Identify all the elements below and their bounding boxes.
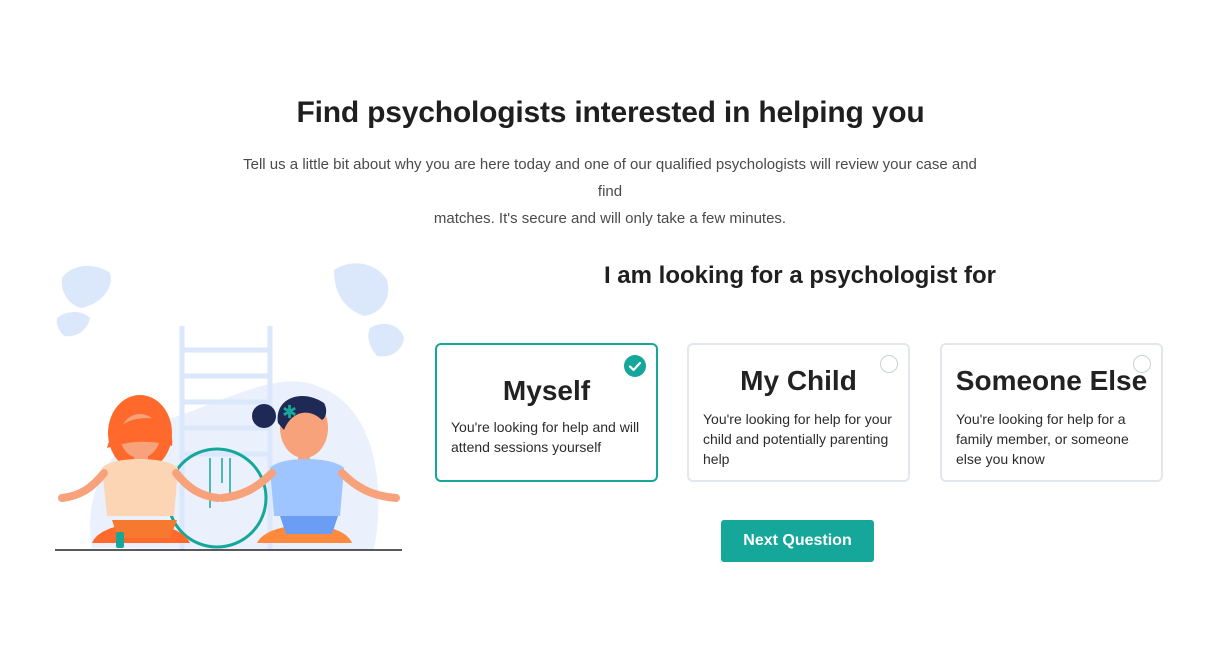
option-someone-else[interactable]: Someone Else You're looking for help for… [940, 343, 1163, 482]
subtitle-line-1: Tell us a little bit about why you are h… [243, 156, 977, 200]
option-title: My Child [740, 365, 857, 396]
option-title: Someone Else [955, 365, 1148, 396]
option-description: You're looking for help for a family mem… [956, 411, 1129, 467]
check-icon [624, 355, 646, 377]
subtitle-line-2: matches. It's secure and will only take … [433, 210, 787, 227]
option-myself[interactable]: Myself You're looking for help and will … [435, 343, 658, 482]
meditation-illustration: ✱ [55, 263, 404, 551]
page-title: Find psychologists interested in helping… [296, 96, 925, 129]
svg-text:✱: ✱ [282, 402, 297, 423]
page-subtitle: Tell us a little bit about why you are h… [230, 151, 990, 232]
option-description: You're looking for help and will attend … [451, 419, 640, 455]
next-question-button[interactable]: Next Question [721, 520, 874, 562]
option-title: Myself [502, 375, 591, 406]
page: Find psychologists interested in helping… [0, 0, 1221, 645]
option-description: You're looking for help for your child a… [703, 411, 892, 467]
question-title: I am looking for a psychologist for [603, 262, 997, 289]
option-my-child[interactable]: My Child You're looking for help for you… [687, 343, 910, 482]
